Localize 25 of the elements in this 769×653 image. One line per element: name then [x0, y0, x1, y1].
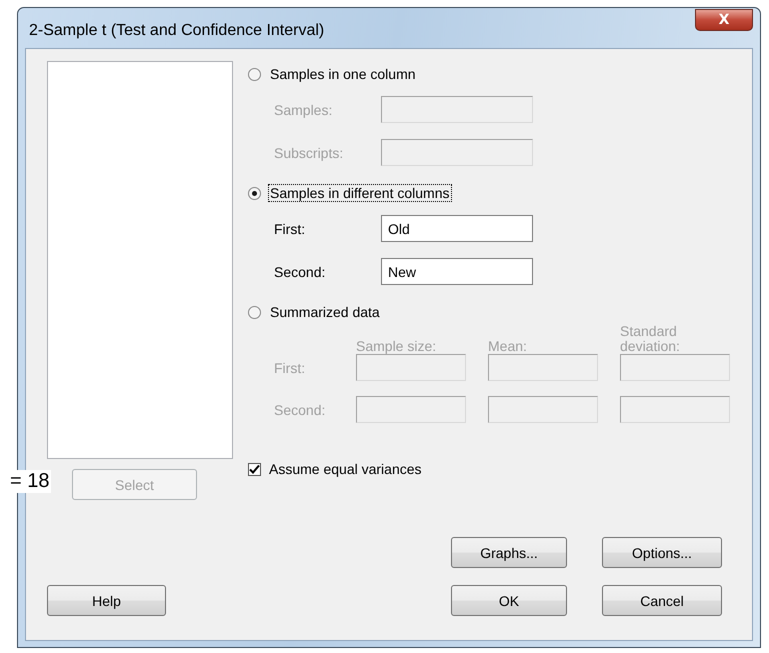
window-title: 2-Sample t (Test and Confidence Interval): [29, 22, 324, 40]
field-label: Second:: [274, 402, 326, 418]
column-header: Mean:: [488, 339, 528, 354]
column-header: Standard deviation:: [620, 324, 681, 354]
checkbox[interactable]: [248, 462, 261, 476]
field-label: Second:: [274, 264, 326, 280]
checkbox-label[interactable]: Assume equal variances: [269, 461, 422, 477]
cancel-button[interactable]: Cancel: [602, 585, 722, 616]
radio-button[interactable]: [248, 186, 261, 200]
radio-button[interactable]: [248, 68, 261, 80]
input-field[interactable]: New: [381, 258, 533, 285]
radio-label[interactable]: Samples in different columns: [269, 185, 450, 201]
close-button[interactable]: X: [695, 9, 753, 31]
column-header: Sample size:: [356, 339, 438, 354]
field-label: Subscripts:: [274, 144, 344, 160]
field-label: Samples:: [274, 102, 334, 118]
field-label: First:: [274, 220, 306, 236]
field-label: First:: [274, 360, 306, 376]
help-button[interactable]: Help: [47, 585, 166, 616]
graphs-button[interactable]: Graphs...: [451, 537, 567, 568]
options-button[interactable]: Options...: [602, 537, 722, 568]
input-field[interactable]: Old: [381, 215, 533, 242]
ok-button[interactable]: OK: [451, 585, 567, 616]
radio-label[interactable]: Samples in one column: [269, 66, 417, 82]
side-text: = 18: [10, 470, 52, 493]
